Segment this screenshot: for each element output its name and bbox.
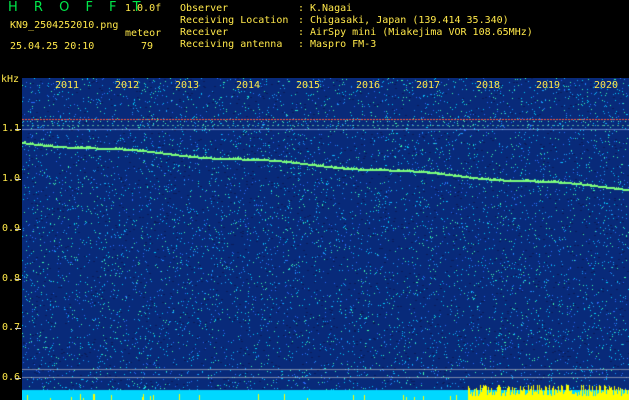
- meteor-count-label: meteor: [125, 28, 162, 39]
- x-tick-label: 2018: [476, 80, 501, 91]
- observer-label: Observer: [180, 3, 229, 14]
- observer-value: K.Nagai: [310, 3, 353, 14]
- image-filename: KN9_2504252010.png: [10, 20, 119, 31]
- x-tick-label: 2012: [115, 80, 140, 91]
- x-tick-label: 2019: [536, 80, 561, 91]
- meteor-count-value: 79: [141, 41, 154, 52]
- receiver-value: AirSpy mini (Miakejima VOR 108.65MHz): [310, 27, 533, 38]
- x-tick-label: 2014: [236, 80, 261, 91]
- spectrogram-waterfall: [22, 78, 629, 400]
- y-tick-mark: [15, 129, 21, 130]
- receiver-colon: :: [298, 27, 305, 38]
- antenna-colon: :: [298, 39, 305, 50]
- observation-datetime: 25.04.25 20:10: [10, 41, 95, 52]
- y-tick-mark: [15, 229, 21, 230]
- x-tick-label: 2016: [356, 80, 381, 91]
- antenna-label: Receiving antenna: [180, 39, 283, 50]
- app-version: 1.0.0f: [125, 3, 162, 14]
- x-tick-label: 2013: [175, 80, 200, 91]
- location-value: Chigasaki, Japan (139.414 35.340): [310, 15, 509, 26]
- receiver-label: Receiver: [180, 27, 229, 38]
- x-tick-label: 2011: [55, 80, 80, 91]
- axis-unit-label: kHz: [1, 74, 20, 85]
- spectrogram-canvas: [22, 78, 629, 400]
- x-tick-label: 2015: [296, 80, 321, 91]
- location-label: Receiving Location: [180, 15, 289, 26]
- y-tick-mark: [15, 328, 21, 329]
- header-panel: H R O F F T 1.0.0f KN9_2504252010.png me…: [0, 0, 629, 72]
- observer-colon: :: [298, 3, 305, 14]
- antenna-value: Maspro FM-3: [310, 39, 377, 50]
- y-tick-mark: [15, 378, 21, 379]
- location-colon: :: [298, 15, 305, 26]
- x-tick-label: 2020: [594, 80, 619, 91]
- y-tick-mark: [15, 279, 21, 280]
- x-tick-label: 2017: [416, 80, 441, 91]
- y-tick-mark: [15, 179, 21, 180]
